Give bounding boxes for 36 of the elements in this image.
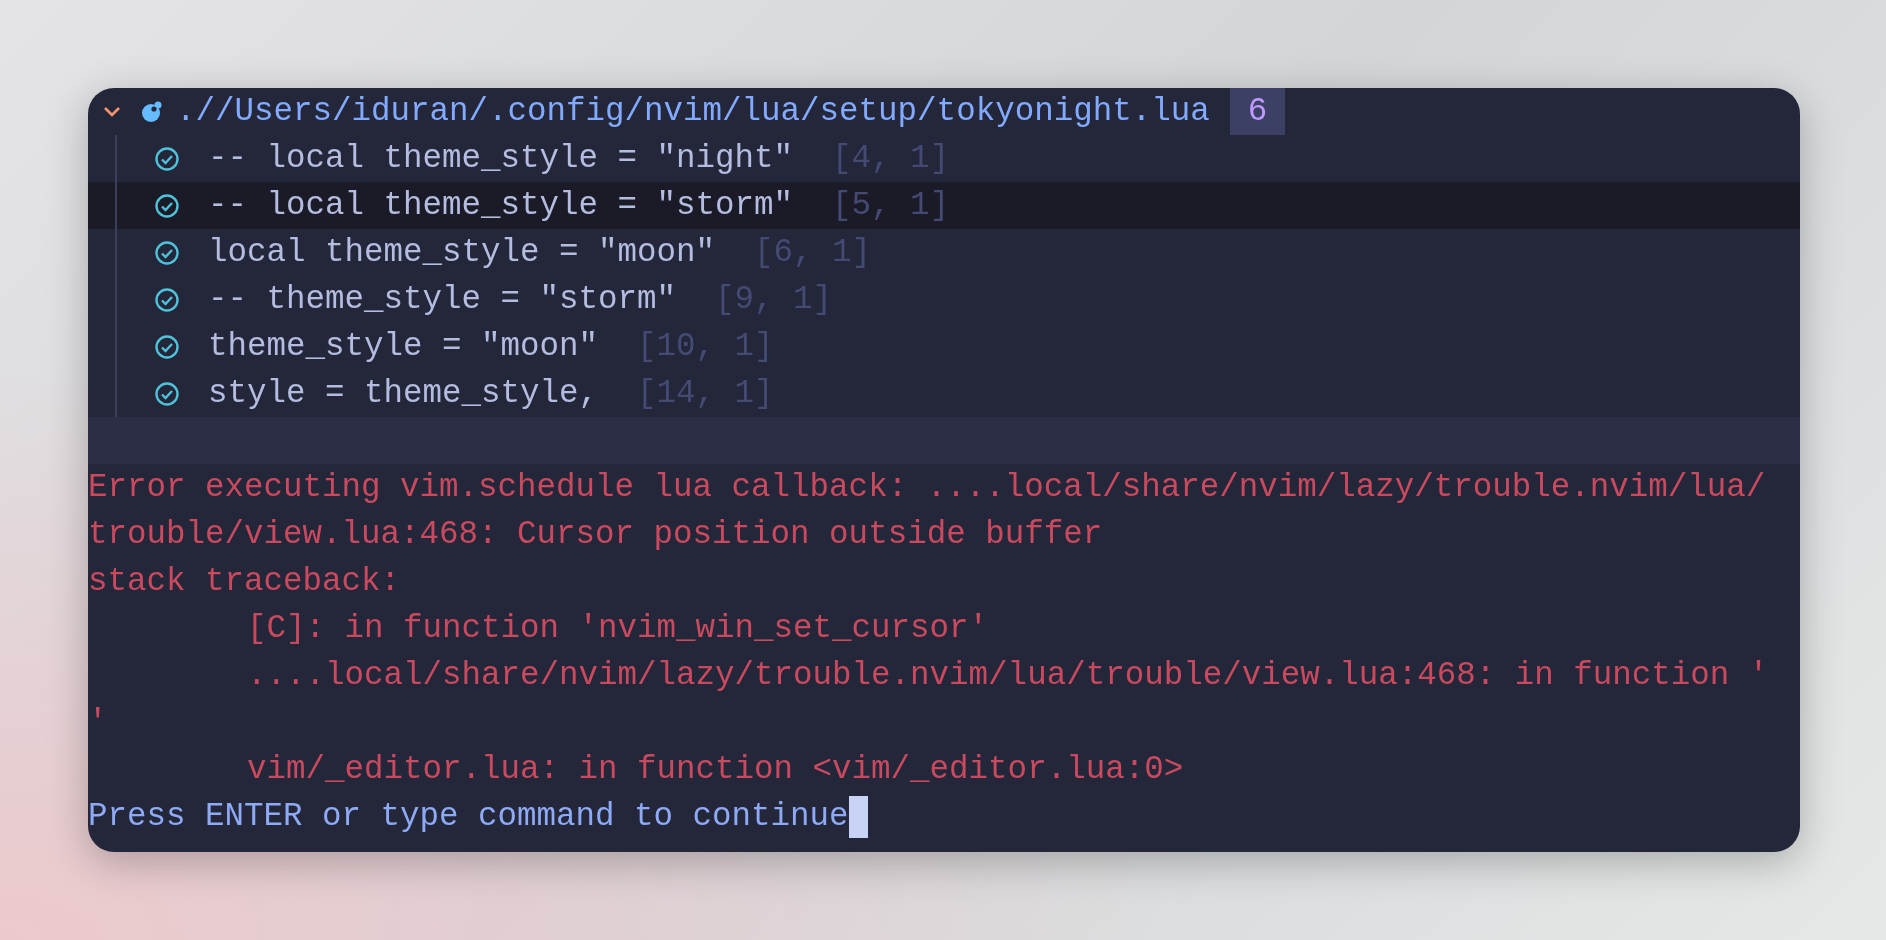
file-path: .//Users/iduran/.config/nvim/lua/setup/tokyonight.lua (176, 92, 1210, 132)
error-text: stack traceback: (88, 562, 401, 602)
item-count: 6 (1229, 88, 1286, 135)
cursor (848, 795, 868, 838)
position-text: [6, 1] (754, 233, 872, 273)
check-circle-icon (154, 333, 180, 360)
result-row[interactable]: -- local theme_style = "night" [4, 1] (88, 135, 1800, 182)
code-text: -- local theme_style = "storm" (208, 186, 794, 226)
result-row[interactable]: -- theme_style = "storm" [9, 1] (88, 276, 1800, 323)
check-circle-icon (154, 192, 180, 219)
prompt-text: Press ENTER or type command to continue (88, 797, 849, 837)
position-text: [9, 1] (715, 280, 833, 320)
error-text: ' (88, 703, 108, 743)
file-icon (140, 99, 164, 124)
error-text: vim/_editor.lua: in function <vim/_editor.lua:0> (247, 750, 1184, 790)
code-text: local theme_style = "moon" (208, 233, 716, 273)
code-text: theme_style = "moon" (208, 327, 599, 367)
error-text: ....local/share/nvim/lazy/trouble.nvim/lua/trouble/view.lua:468: in function ' (247, 656, 1769, 696)
result-row[interactable]: local theme_style = "moon" [6, 1] (88, 229, 1800, 276)
position-text: [14, 1] (637, 374, 774, 414)
error-text: trouble/view.lua:468: Cursor position outside buffer (88, 515, 1103, 555)
check-circle-icon (154, 145, 180, 172)
position-text: [4, 1] (832, 139, 950, 179)
error-text: Error executing vim.schedule lua callback: ....local/share/nvim/lazy/trouble.nvim/lua/ (88, 468, 1766, 508)
error-text: [C]: in function 'nvim_win_set_cursor' (247, 609, 989, 649)
check-circle-icon (154, 239, 180, 266)
check-circle-icon (154, 380, 180, 407)
result-row[interactable]: style = theme_style, [14, 1] (88, 370, 1800, 417)
code-text: -- theme_style = "storm" (208, 280, 677, 320)
position-text: [5, 1] (832, 186, 950, 226)
code-text: -- local theme_style = "night" (208, 139, 794, 179)
result-row[interactable]: theme_style = "moon" [10, 1] (88, 323, 1800, 370)
check-circle-icon (154, 286, 180, 313)
result-row[interactable]: -- local theme_style = "storm" [5, 1] (88, 182, 1800, 229)
code-text: style = theme_style, (208, 374, 599, 414)
position-text: [10, 1] (637, 327, 774, 367)
